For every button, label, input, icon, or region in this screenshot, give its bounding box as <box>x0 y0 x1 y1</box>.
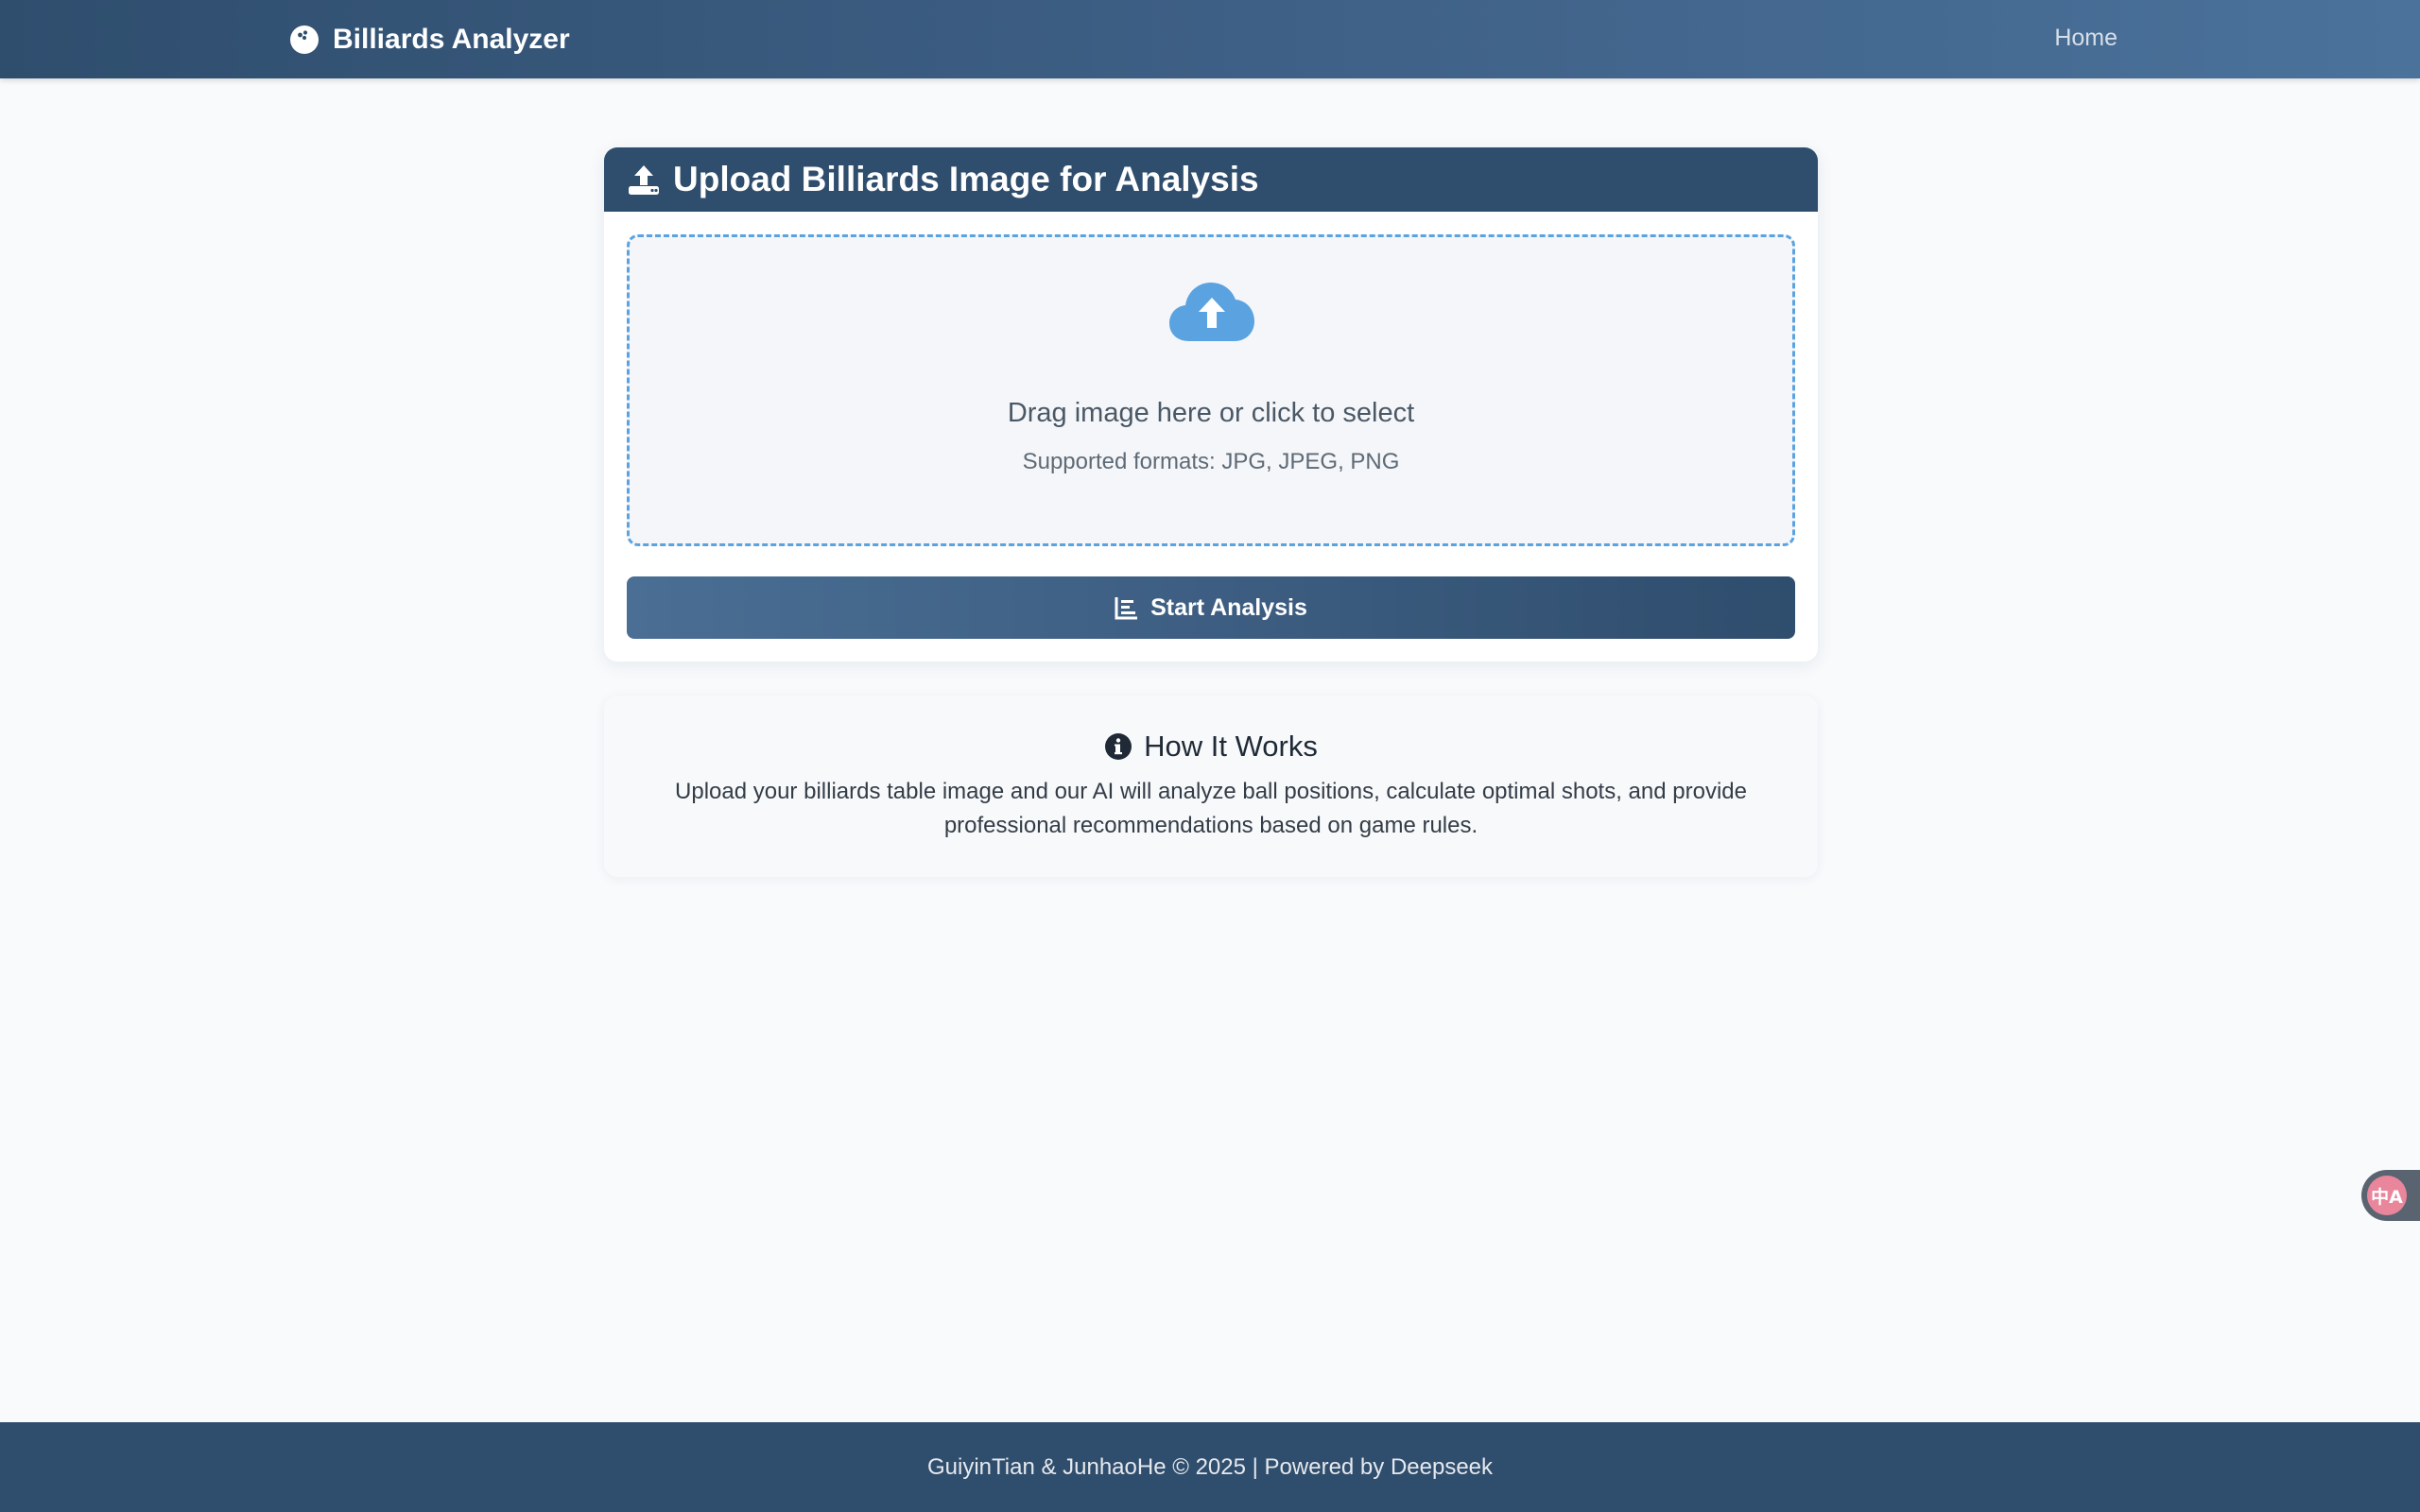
footer-text: GuiyinTian & JunhaoHe © 2025 | Powered b… <box>926 1453 1494 1480</box>
brand-name: Billiards Analyzer <box>333 24 570 55</box>
page-footer: GuiyinTian & JunhaoHe © 2025 | Powered b… <box>0 1422 2420 1512</box>
info-icon <box>1104 732 1132 761</box>
how-it-works-card: How It Works Upload your billiards table… <box>604 696 1818 877</box>
translate-icon: 中A <box>2367 1176 2407 1215</box>
bar-chart-icon <box>1115 595 1139 620</box>
dropzone-title: Drag image here or click to select <box>1007 398 1415 428</box>
start-analysis-label: Start Analysis <box>1150 593 1307 621</box>
upload-icon <box>627 163 661 197</box>
upload-card-header: Upload Billiards Image for Analysis <box>604 147 1818 212</box>
cloud-upload-icon <box>1168 281 1255 343</box>
translate-widget[interactable]: 中A <box>2361 1170 2420 1221</box>
how-it-works-heading: How It Works <box>604 730 1818 764</box>
billiard-ball-icon <box>289 25 320 55</box>
brand-link[interactable]: Billiards Analyzer <box>289 23 570 57</box>
upload-card-title: Upload Billiards Image for Analysis <box>673 160 1259 198</box>
top-navbar: Billiards Analyzer Home <box>0 0 2420 78</box>
dropzone-formats: Supported formats: JPG, JPEG, PNG <box>1022 449 1400 474</box>
nav-home-link[interactable]: Home <box>2054 25 2118 52</box>
how-it-works-title: How It Works <box>1144 730 1318 763</box>
upload-card: Upload Billiards Image for Analysis Drag… <box>604 147 1818 662</box>
start-analysis-button[interactable]: Start Analysis <box>627 576 1795 639</box>
how-it-works-text: Upload your billiards table image and ou… <box>675 779 1747 838</box>
image-dropzone[interactable]: Drag image here or click to select Suppo… <box>627 234 1795 546</box>
